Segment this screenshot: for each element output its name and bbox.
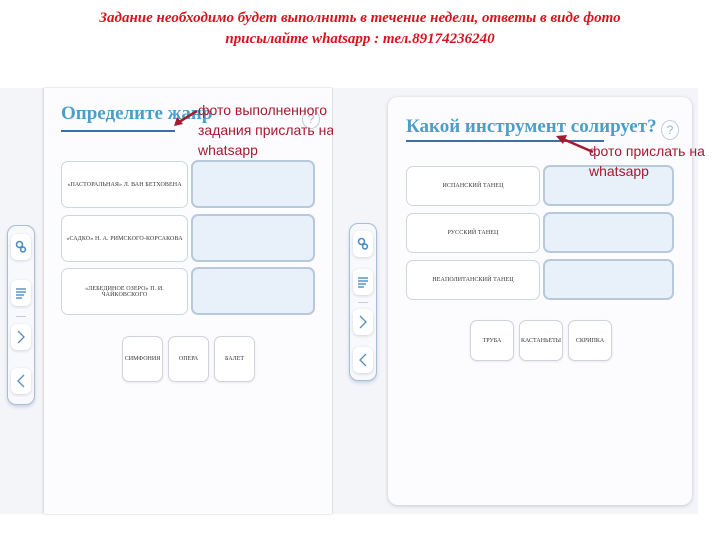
settings-button[interactable] (353, 231, 373, 257)
chevron-right-icon (359, 315, 367, 329)
settings-button[interactable] (11, 234, 31, 260)
settings-icon (357, 237, 369, 250)
help-button[interactable]: ? (661, 120, 679, 140)
answer-slot-3[interactable] (543, 259, 674, 300)
list-button[interactable] (11, 280, 31, 306)
left-side-toolbar (7, 225, 35, 405)
previous-button[interactable] (353, 347, 373, 373)
settings-icon (15, 240, 27, 253)
list-icon (16, 288, 26, 299)
chevron-left-icon (359, 353, 367, 367)
right-task-screen: Какой инструмент солирует? ? ИСПАНСКИЙ Т… (333, 88, 705, 514)
next-button[interactable] (353, 309, 373, 335)
dance-item-2: РУССКИЙ ТАНЕЦ (406, 213, 540, 253)
right-annotation-line-2: whatsapp (589, 163, 649, 179)
left-annotation-line-2: задания прислать на (198, 122, 335, 138)
left-annotation-line-1: фото выполненного (198, 102, 328, 118)
left-annotation-line-3: whatsapp (198, 142, 258, 158)
list-icon (358, 277, 368, 288)
answer-slot-2[interactable] (191, 214, 315, 262)
dance-item-1: ИСПАНСКИЙ ТАНЕЦ (406, 166, 540, 206)
option-ballet[interactable]: БАЛЕТ (214, 336, 255, 382)
list-button[interactable] (353, 269, 373, 295)
task-title: Какой инструмент солирует? (406, 116, 657, 137)
option-trumpet[interactable]: ТРУБА (470, 320, 514, 361)
answer-slot-2[interactable] (543, 212, 674, 253)
instructions-header: Задание необходимо будет выполнить в теч… (0, 8, 720, 50)
answer-slot-1[interactable] (191, 160, 315, 208)
right-annotation-line-1: фото прислать на (589, 143, 705, 159)
dance-item-3: НЕАПОЛИТАНСКИЙ ТАНЕЦ (406, 260, 540, 300)
left-annotation: фото выполненного задания прислать на wh… (198, 100, 334, 160)
right-side-toolbar (349, 223, 377, 381)
option-violin[interactable]: СКРИПКА (568, 320, 612, 361)
genre-item-1: «ПАСТОРАЛЬНАЯ» Л. ВАН БЕТХОВЕНА (61, 161, 188, 208)
answer-slot-3[interactable] (191, 267, 315, 315)
left-task-screen: Определите жанр ? «ПАСТОРАЛЬНАЯ» Л. ВАН … (0, 88, 334, 514)
right-annotation: фото прислать на whatsapp (589, 141, 705, 181)
previous-button[interactable] (11, 368, 31, 394)
option-castanets[interactable]: КАСТАНЬЕТЫ (519, 320, 563, 361)
genre-item-2: «САДКО» Н. А. РИМСКОГО-КОРСАКОВА (61, 215, 188, 262)
toolbar-divider (358, 302, 368, 303)
chevron-right-icon (17, 330, 25, 344)
instructions-line-1: Задание необходимо будет выполнить в теч… (99, 10, 621, 26)
option-symphony[interactable]: СИМФОНИЯ (122, 336, 163, 382)
genre-item-3: «ЛЕБЕДИНОЕ ОЗЕРО» П. И. ЧАЙКОВСКОГО (61, 268, 188, 315)
title-underline (61, 130, 175, 132)
instructions-line-2: присылайте whatsapp : тел.89174236240 (225, 31, 495, 47)
annotation-arrow-left (174, 109, 198, 126)
chevron-left-icon (17, 374, 25, 388)
next-button[interactable] (11, 324, 31, 350)
toolbar-divider (16, 316, 26, 317)
option-opera[interactable]: ОПЕРА (168, 336, 209, 382)
